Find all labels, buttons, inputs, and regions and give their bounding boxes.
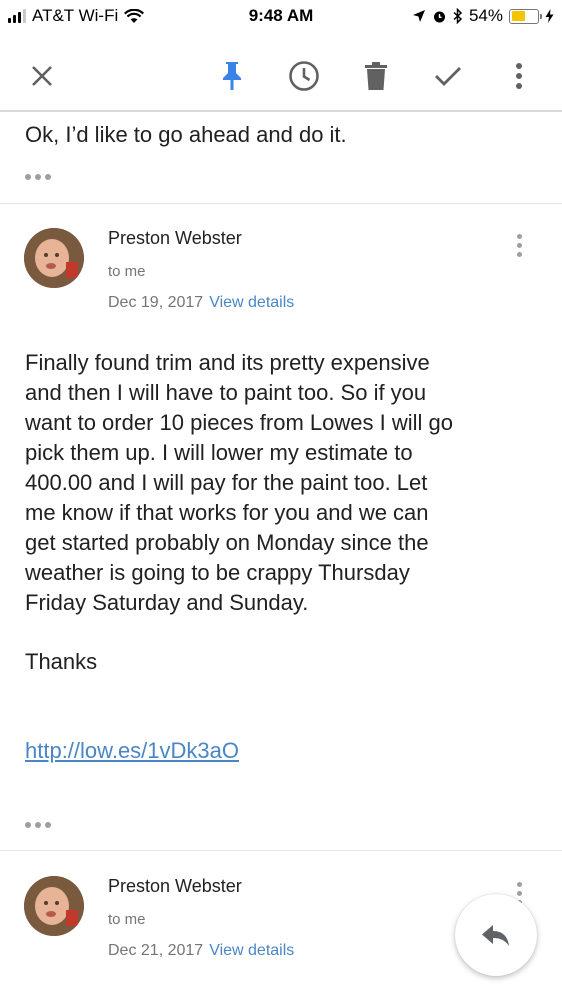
charging-icon [545, 9, 554, 23]
avatar[interactable] [24, 228, 84, 288]
reply-icon [482, 925, 509, 946]
message-divider [0, 203, 562, 204]
message-date-row: Dec 19, 2017 View details [108, 294, 294, 312]
delete-icon [365, 62, 387, 90]
recipient-summary: to me [108, 263, 146, 280]
body-line: Friday Saturday and Sunday. [25, 590, 309, 615]
show-trimmed-content-icon[interactable] [25, 820, 53, 830]
status-bar: AT&T Wi-Fi 9:48 AM 54% [0, 0, 562, 34]
body-line: pick them up. I will lower my estimate t… [25, 440, 413, 465]
snooze-icon [289, 61, 319, 91]
more-vert-icon [516, 63, 522, 89]
pin-icon [223, 62, 241, 90]
snooze-button[interactable] [282, 54, 326, 98]
done-button[interactable] [426, 54, 470, 98]
body-line: and then I will have to paint too. So if… [25, 380, 427, 405]
sender-name: Preston Webster [108, 228, 242, 248]
location-icon [412, 10, 425, 22]
show-trimmed-content-icon[interactable] [25, 172, 53, 182]
status-right: 54% [412, 6, 554, 26]
close-icon [32, 66, 52, 86]
alarm-icon [433, 11, 445, 22]
battery-icon [509, 8, 542, 24]
recipient-summary: to me [108, 911, 146, 928]
body-line: Finally found trim and its pretty expens… [25, 350, 430, 375]
avatar-photo [24, 876, 84, 936]
message-signoff: Thanks [25, 649, 98, 674]
body-line: 400.00 and I will pay for the paint too.… [25, 470, 428, 495]
body-line: get started probably on Monday since the [25, 530, 429, 555]
avatar[interactable] [24, 876, 84, 936]
body-line: weather is going to be crappy Thursday [25, 560, 410, 585]
message-date-row: Dec 21, 2017 View details [108, 942, 294, 960]
close-button[interactable] [20, 54, 64, 98]
message-date: Dec 21, 2017 [108, 942, 204, 959]
view-details-link[interactable]: View details [209, 294, 294, 311]
battery-percent: 54% [468, 6, 503, 25]
avatar-photo [24, 228, 84, 288]
pin-button[interactable] [210, 54, 254, 98]
body-line: want to order 10 pieces from Lowes I wil… [25, 410, 453, 435]
previous-message-snippet[interactable]: Ok, I’d like to go ahead and do it. [25, 122, 347, 148]
more-options-button[interactable] [497, 54, 541, 98]
email-toolbar [0, 40, 562, 112]
message-more-options-icon[interactable] [512, 234, 526, 257]
done-icon [435, 67, 461, 86]
bluetooth-icon [453, 8, 463, 24]
view-details-link[interactable]: View details [209, 942, 294, 959]
message-divider [0, 850, 562, 851]
body-line: me know if that works for you and we can [25, 500, 429, 525]
message-body: Finally found trim and its pretty expens… [25, 348, 545, 618]
delete-button[interactable] [354, 54, 398, 98]
message-link[interactable]: http://low.es/1vDk3aO [25, 738, 239, 764]
reply-button[interactable] [455, 894, 537, 976]
message-date: Dec 19, 2017 [108, 294, 204, 311]
sender-name: Preston Webster [108, 876, 242, 896]
